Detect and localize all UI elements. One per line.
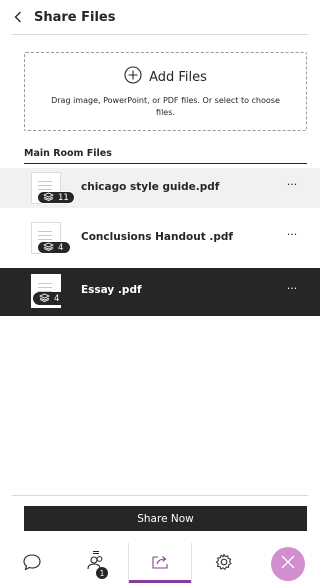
- settings-gear-icon: [214, 552, 234, 576]
- page-count-badge: 11: [37, 191, 75, 204]
- share-content-icon: [150, 553, 170, 575]
- header: Share Files: [0, 0, 320, 34]
- more-options-button[interactable]: ···: [284, 283, 300, 298]
- stack-icon: [42, 242, 55, 254]
- file-name: Essay .pdf: [81, 284, 142, 296]
- section-divider: [24, 163, 307, 164]
- more-options-button[interactable]: ···: [284, 179, 300, 194]
- footer-divider: [12, 495, 308, 496]
- add-files-button[interactable]: Add Files: [124, 66, 207, 88]
- page-count: 4: [54, 293, 60, 304]
- stack-icon: [42, 192, 55, 204]
- dropzone-hint: Drag image, PowerPoint, or PDF files. Or…: [51, 96, 280, 117]
- file-row[interactable]: 11 chicago style guide.pdf ···: [0, 168, 320, 208]
- close-button[interactable]: [271, 546, 305, 581]
- file-name: Conclusions Handout .pdf: [81, 231, 233, 243]
- tab-chat[interactable]: [0, 543, 64, 584]
- page-count-badge: 4: [33, 292, 75, 305]
- attendee-count-badge: 1: [96, 567, 108, 579]
- chevron-left-icon: [14, 8, 22, 27]
- tab-close[interactable]: [256, 543, 320, 584]
- file-dropzone[interactable]: Add Files Drag image, PowerPoint, or PDF…: [24, 52, 307, 131]
- file-name: chicago style guide.pdf: [81, 181, 220, 193]
- stack-icon: [38, 293, 51, 305]
- file-row-selected[interactable]: 4 Essay .pdf ···: [0, 268, 320, 316]
- tab-share-content[interactable]: [128, 543, 192, 584]
- share-now-button[interactable]: Share Now: [24, 506, 307, 531]
- section-title: Main Room Files: [24, 148, 112, 159]
- file-list: 11 chicago style guide.pdf ··· 4 Conclus…: [0, 168, 320, 316]
- more-options-button[interactable]: ···: [284, 229, 300, 244]
- tab-attendees[interactable]: 1: [64, 543, 128, 584]
- bottom-tab-bar: 1: [0, 543, 320, 584]
- add-files-label: Add Files: [149, 69, 207, 85]
- page-title: Share Files: [34, 9, 116, 25]
- page-count-badge: 4: [37, 241, 71, 254]
- page-count: 11: [58, 192, 69, 203]
- page-count: 4: [58, 242, 64, 253]
- plus-circle-icon: [124, 66, 142, 88]
- share-files-panel: Share Files Add Files Drag image, PowerP…: [0, 0, 320, 584]
- tab-settings[interactable]: [192, 543, 256, 584]
- close-icon: [280, 554, 296, 574]
- file-row[interactable]: 4 Conclusions Handout .pdf ···: [0, 218, 320, 258]
- header-divider: [12, 34, 308, 35]
- back-button[interactable]: [4, 0, 32, 34]
- chat-bubble-icon: [22, 553, 42, 575]
